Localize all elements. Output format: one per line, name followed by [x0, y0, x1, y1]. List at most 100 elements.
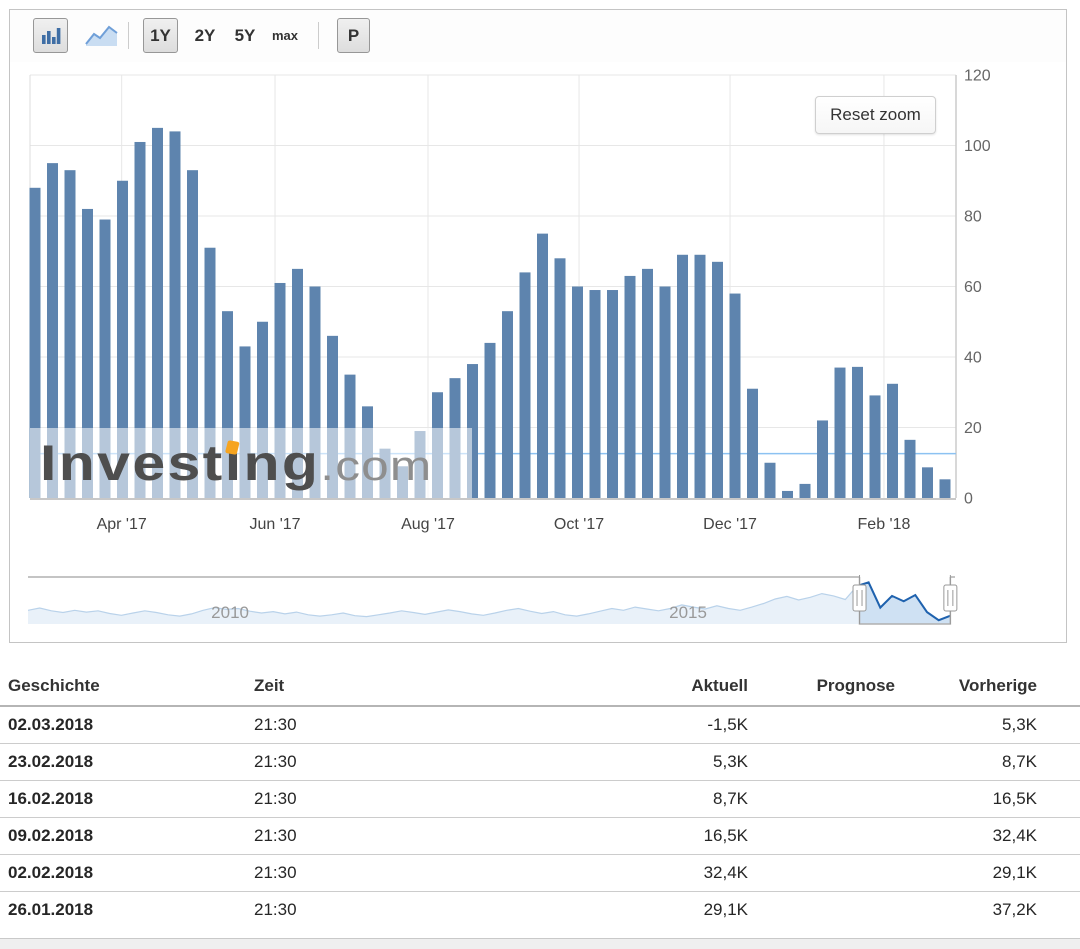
cell-forecast [756, 892, 903, 929]
bar[interactable] [572, 287, 583, 499]
cell-time: 21:30 [246, 892, 486, 929]
bar[interactable] [555, 258, 566, 498]
bar[interactable] [747, 389, 758, 498]
bar[interactable] [257, 322, 268, 498]
area-chart-icon [84, 23, 120, 49]
history-row: 02.02.201821:3032,4K29,1K [0, 855, 1080, 892]
bar[interactable] [222, 311, 233, 498]
bar[interactable] [590, 290, 601, 498]
bar[interactable] [905, 440, 916, 498]
bar[interactable] [712, 262, 723, 498]
bar[interactable] [292, 269, 303, 498]
bar[interactable] [940, 479, 951, 498]
bar[interactable] [362, 406, 373, 498]
bar[interactable] [852, 367, 863, 498]
bar[interactable] [782, 491, 793, 498]
bar[interactable] [380, 449, 391, 498]
bar[interactable] [345, 375, 356, 498]
bar[interactable] [82, 209, 93, 498]
bar[interactable] [870, 395, 881, 498]
range-max-button[interactable]: max [267, 18, 303, 53]
history-row: 09.02.201821:3016,5K32,4K [0, 818, 1080, 855]
bar[interactable] [450, 378, 461, 498]
bar[interactable] [65, 170, 76, 498]
y-tick-label: 20 [964, 420, 982, 437]
y-tick-label: 100 [964, 138, 991, 155]
bar[interactable] [502, 311, 513, 498]
next-section-strip [0, 938, 1080, 949]
bar[interactable] [817, 420, 828, 498]
cell-time: 21:30 [246, 818, 486, 855]
cell-date: 26.01.2018 [0, 892, 246, 929]
bar[interactable] [642, 269, 653, 498]
bar[interactable] [887, 384, 898, 498]
bar[interactable] [660, 287, 671, 499]
bar[interactable] [607, 290, 618, 498]
cell-previous: 29,1K [903, 855, 1045, 892]
bar[interactable] [240, 346, 251, 498]
bar-chart-icon [40, 25, 62, 47]
chart-type-bar-button[interactable] [33, 18, 68, 53]
bar[interactable] [152, 128, 163, 498]
reset-zoom-button[interactable]: Reset zoom [815, 96, 936, 134]
bar[interactable] [800, 484, 811, 498]
cell-time: 21:30 [246, 744, 486, 781]
cell-forecast [756, 818, 903, 855]
y-tick-label: 80 [964, 209, 982, 226]
prognose-toggle-button[interactable]: P [337, 18, 370, 53]
cell-previous: 5,3K [903, 706, 1045, 744]
history-row: 16.02.201821:308,7K16,5K [0, 781, 1080, 818]
bar[interactable] [47, 163, 58, 498]
cell-actual: 5,3K [486, 744, 756, 781]
x-tick-label: Apr '17 [97, 516, 147, 533]
history-row: 02.03.201821:30-1,5K5,3K [0, 706, 1080, 744]
history-header-row: GeschichteZeitAktuellPrognoseVorherige [0, 666, 1080, 706]
bar[interactable] [520, 272, 531, 498]
cell-date: 09.02.2018 [0, 818, 246, 855]
range-2y-button[interactable]: 2Y [189, 18, 221, 53]
cell-date: 23.02.2018 [0, 744, 246, 781]
cell-time: 21:30 [246, 706, 486, 744]
bar[interactable] [625, 276, 636, 498]
nav-year-label: 2010 [211, 603, 249, 622]
bar[interactable] [835, 368, 846, 498]
cell-forecast [756, 706, 903, 744]
y-tick-label: 0 [964, 491, 973, 508]
bar[interactable] [100, 220, 111, 498]
bar[interactable] [135, 142, 146, 498]
bar[interactable] [432, 392, 443, 498]
cell-forecast [756, 855, 903, 892]
bar[interactable] [485, 343, 496, 498]
cell-previous: 8,7K [903, 744, 1045, 781]
cell-time: 21:30 [246, 781, 486, 818]
bar[interactable] [537, 234, 548, 498]
bar[interactable] [327, 336, 338, 498]
bar[interactable] [30, 188, 41, 498]
bar[interactable] [467, 364, 478, 498]
cell-actual: 29,1K [486, 892, 756, 929]
x-tick-label: Jun '17 [249, 516, 300, 533]
bar[interactable] [677, 255, 688, 498]
range-1y-button[interactable]: 1Y [143, 18, 178, 53]
bar[interactable] [310, 287, 321, 499]
bar[interactable] [117, 181, 128, 498]
range-5y-button[interactable]: 5Y [229, 18, 261, 53]
bar[interactable] [765, 463, 776, 498]
bar[interactable] [397, 466, 408, 498]
bar[interactable] [187, 170, 198, 498]
bar[interactable] [205, 248, 216, 498]
bar[interactable] [695, 255, 706, 498]
col-header-aktuell: Aktuell [486, 666, 756, 706]
chart-toolbar: 1Y 2Y 5Y max P [10, 10, 1066, 62]
bar[interactable] [275, 283, 286, 498]
x-tick-label: Aug '17 [401, 516, 455, 533]
bar[interactable] [922, 467, 933, 498]
bar[interactable] [170, 131, 181, 498]
bar[interactable] [730, 294, 741, 498]
col-header-vorherige: Vorherige [903, 666, 1045, 706]
chart-type-area-button[interactable] [80, 18, 124, 53]
cell-forecast [756, 744, 903, 781]
col-header-geschichte: Geschichte [0, 666, 246, 706]
bar[interactable] [415, 431, 426, 498]
main-chart[interactable]: 020406080100120Apr '17Jun '17Aug '17Oct … [10, 62, 1067, 643]
